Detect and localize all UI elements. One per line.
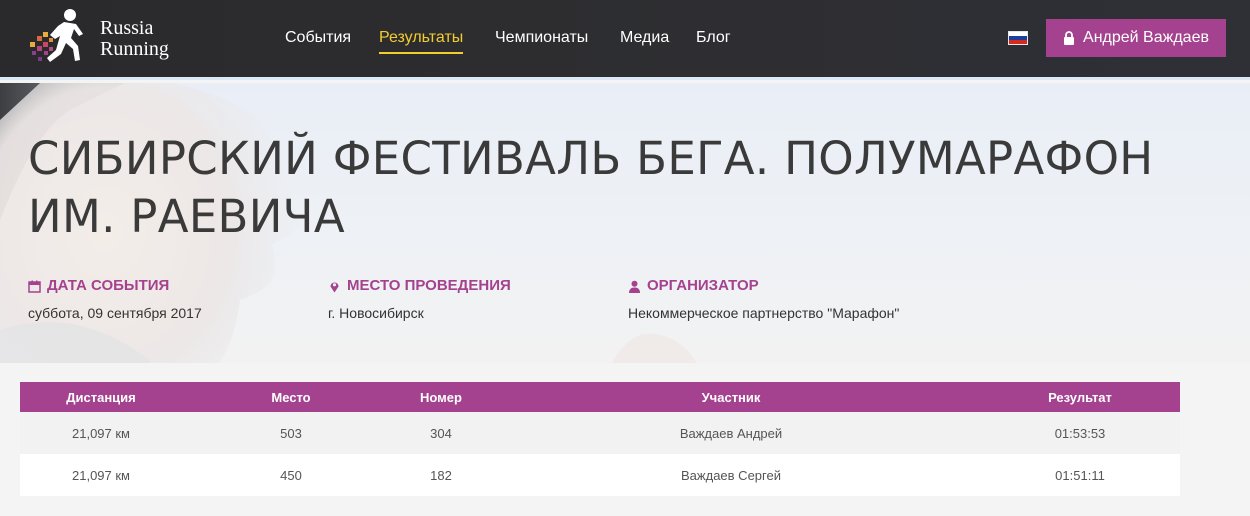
logo-line-2: Running <box>100 38 169 60</box>
user-icon <box>629 280 640 293</box>
results-table: Дистанция Место Номер Участник Результат… <box>20 382 1180 496</box>
nav-item-results[interactable]: Результаты <box>379 28 464 54</box>
cell-participant[interactable]: Важдаев Андрей <box>482 426 980 441</box>
calendar-icon <box>28 280 41 293</box>
event-location-label: МЕСТО ПРОВЕДЕНИЯ <box>347 277 511 294</box>
table-row[interactable]: 21,097 км 503 304 Важдаев Андрей 01:53:5… <box>20 412 1180 454</box>
event-hero: Сибирский фестиваль бега. Полумарафон им… <box>0 83 1250 363</box>
cell-participant[interactable]: Важдаев Сергей <box>482 468 980 483</box>
top-navbar: Russia Running События Результаты Чемпио… <box>0 0 1250 80</box>
event-location-label-row: МЕСТО ПРОВЕДЕНИЯ <box>328 277 511 295</box>
logo-line-1: Russia <box>100 17 154 39</box>
results-table-header: Дистанция Место Номер Участник Результат <box>20 382 1180 412</box>
column-header-number[interactable]: Номер <box>400 390 482 405</box>
event-organizer-label-row: ОРГАНИЗАТОР <box>628 277 899 295</box>
cell-distance: 21,097 км <box>72 467 130 483</box>
column-header-participant[interactable]: Участник <box>482 390 980 405</box>
user-account-button[interactable]: Андрей Важдаев <box>1046 19 1226 57</box>
event-location-block: МЕСТО ПРОВЕДЕНИЯ г. Новосибирск <box>328 277 511 322</box>
column-header-distance[interactable]: Дистанция <box>20 390 182 405</box>
event-date-label: ДАТА СОБЫТИЯ <box>47 277 170 294</box>
russia-flag-icon[interactable] <box>1008 31 1028 45</box>
nav-item-championships[interactable]: Чемпионаты <box>495 28 588 48</box>
lock-icon <box>1064 31 1075 45</box>
column-header-result[interactable]: Результат <box>980 390 1180 405</box>
cell-place: 503 <box>280 425 302 441</box>
cell-distance: 21,097 км <box>72 425 130 441</box>
event-title: Сибирский фестиваль бега. Полумарафон им… <box>28 132 1154 243</box>
cell-number: 182 <box>430 467 452 483</box>
cell-number: 304 <box>430 425 452 441</box>
logo-text: Russia Running <box>100 18 169 60</box>
cell-result: 01:51:11 <box>1055 467 1105 483</box>
map-marker-icon <box>330 282 339 292</box>
nav-item-events[interactable]: События <box>285 28 351 48</box>
event-date-block: ДАТА СОБЫТИЯ суббота, 09 сентября 2017 <box>28 277 202 322</box>
nav-item-media[interactable]: Медиа <box>620 28 669 48</box>
cell-place: 450 <box>280 467 302 483</box>
runner-logo-icon <box>30 9 83 62</box>
table-row[interactable]: 21,097 км 450 182 Важдаев Сергей 01:51:1… <box>20 454 1180 496</box>
event-date-value: суббота, 09 сентября 2017 <box>28 305 202 321</box>
event-organizer-label: ОРГАНИЗАТОР <box>647 277 759 294</box>
nav-item-blog[interactable]: Блог <box>696 28 731 48</box>
column-header-place[interactable]: Место <box>182 390 400 405</box>
user-name: Андрей Важдаев <box>1083 29 1209 46</box>
site-logo[interactable]: Russia Running <box>28 6 198 72</box>
event-organizer-block: ОРГАНИЗАТОР Некоммерческое партнерство "… <box>628 277 899 322</box>
cell-result: 01:53:53 <box>1054 425 1106 441</box>
event-date-label-row: ДАТА СОБЫТИЯ <box>28 277 202 295</box>
event-location-value: г. Новосибирск <box>328 305 424 321</box>
event-organizer-value: Некоммерческое партнерство "Марафон" <box>628 305 900 321</box>
